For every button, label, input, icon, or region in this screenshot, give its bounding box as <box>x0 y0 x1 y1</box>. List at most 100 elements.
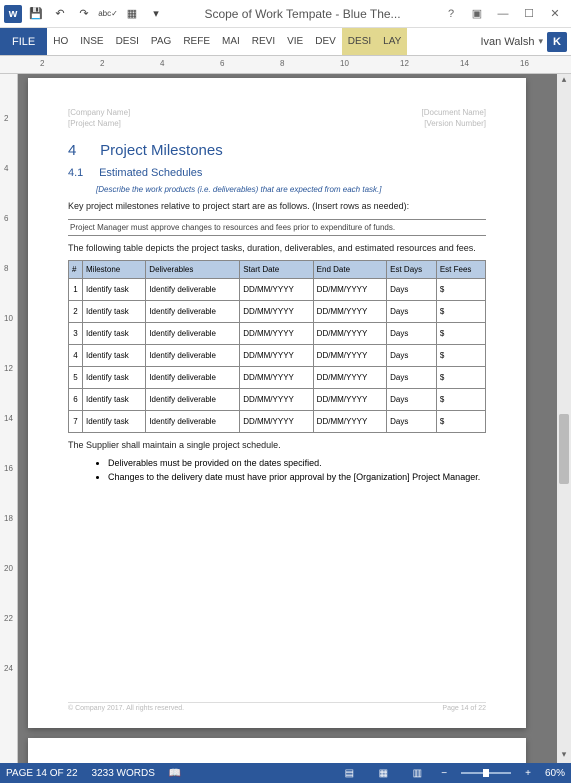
table-cell[interactable]: DD/MM/YYYY <box>240 345 313 367</box>
scroll-up-icon[interactable]: ▴ <box>557 74 571 88</box>
table-cell[interactable]: Identify deliverable <box>146 389 240 411</box>
table-cell[interactable]: $ <box>436 411 485 433</box>
maximize-button[interactable]: ☐ <box>517 4 541 24</box>
table-cell[interactable]: Identify deliverable <box>146 367 240 389</box>
table-cell[interactable]: Identify deliverable <box>146 345 240 367</box>
help-button[interactable]: ? <box>439 4 463 24</box>
table-cell[interactable]: 7 <box>69 411 83 433</box>
table-row[interactable]: 5Identify taskIdentify deliverableDD/MM/… <box>69 367 486 389</box>
table-cell[interactable]: Identify deliverable <box>146 323 240 345</box>
table-cell[interactable]: 4 <box>69 345 83 367</box>
spellcheck-button[interactable]: abc✓ <box>98 4 118 24</box>
save-button[interactable]: 💾 <box>26 4 46 24</box>
table-cell[interactable]: $ <box>436 389 485 411</box>
table-cell[interactable]: 6 <box>69 389 83 411</box>
table-cell[interactable]: Identify task <box>83 345 146 367</box>
milestones-table[interactable]: #MilestoneDeliverablesStart DateEnd Date… <box>68 260 486 433</box>
tab-page-layout[interactable]: PAG <box>145 28 177 55</box>
user-avatar[interactable]: K <box>547 32 567 52</box>
table-cell[interactable]: Days <box>387 301 437 323</box>
user-menu-dropdown-icon[interactable]: ▾ <box>538 36 543 47</box>
status-page[interactable]: PAGE 14 OF 22 <box>6 768 78 779</box>
tab-design[interactable]: DESI <box>110 28 145 55</box>
table-cell[interactable]: Identify deliverable <box>146 279 240 301</box>
table-cell[interactable]: Identify task <box>83 389 146 411</box>
tab-insert[interactable]: INSE <box>74 28 109 55</box>
table-cell[interactable]: $ <box>436 323 485 345</box>
table-cell[interactable]: 2 <box>69 301 83 323</box>
table-row[interactable]: 7Identify taskIdentify deliverable DD/MM/… <box>69 411 486 433</box>
file-tab[interactable]: FILE <box>0 28 47 55</box>
zoom-slider[interactable] <box>461 772 511 774</box>
minimize-button[interactable]: — <box>491 4 515 24</box>
tab-review[interactable]: REVI <box>246 28 281 55</box>
table-cell[interactable]: Identify task <box>83 367 146 389</box>
print-layout-button[interactable]: ▦ <box>373 766 393 780</box>
table-cell[interactable]: DD/MM/YYYY <box>313 323 386 345</box>
redo-button[interactable]: ↷ <box>74 4 94 24</box>
table-cell[interactable]: Days <box>387 279 437 301</box>
table-cell[interactable]: DD/MM/YYYY <box>240 279 313 301</box>
table-cell[interactable]: Days <box>387 389 437 411</box>
qat-customize-button[interactable]: ▾ <box>146 4 166 24</box>
proofing-icon[interactable]: 📖 <box>169 768 181 779</box>
insert-table-button[interactable]: ▦ <box>122 4 142 24</box>
table-cell[interactable]: Identify task <box>83 323 146 345</box>
table-cell[interactable]: $ <box>436 279 485 301</box>
read-mode-button[interactable]: ▤ <box>339 766 359 780</box>
table-row[interactable]: 1Identify taskIdentify deliverableDD/MM/… <box>69 279 486 301</box>
table-cell[interactable]: $ <box>436 301 485 323</box>
table-cell[interactable]: Days <box>387 323 437 345</box>
user-name[interactable]: Ivan Walsh <box>480 36 534 48</box>
table-cell[interactable]: DD/MM/YYYY <box>313 389 386 411</box>
tab-table-layout[interactable]: LAY <box>377 28 407 55</box>
ribbon-display-button[interactable]: ▣ <box>465 4 489 24</box>
vertical-ruler[interactable]: 2 4 6 8 10 12 14 16 18 20 22 24 <box>0 74 18 763</box>
zoom-in-button[interactable]: + <box>525 768 531 779</box>
status-words[interactable]: 3233 WORDS <box>92 768 155 779</box>
table-cell[interactable]: 1 <box>69 279 83 301</box>
table-cell[interactable]: Days <box>387 367 437 389</box>
table-cell[interactable]: DD/MM/YYYY <box>240 301 313 323</box>
table-cell[interactable]: $ <box>436 367 485 389</box>
vertical-scrollbar[interactable]: ▴ ▾ <box>557 74 571 763</box>
table-row[interactable]: 4Identify taskIdentify deliverableDD/MM/… <box>69 345 486 367</box>
table-cell[interactable]: DD/MM/YYYY <box>313 367 386 389</box>
tab-references[interactable]: REFE <box>177 28 216 55</box>
table-cell[interactable]: Identify task <box>83 279 146 301</box>
tab-view[interactable]: VIE <box>281 28 309 55</box>
table-row[interactable]: 6Identify taskIdentify deliverableDD/MM/… <box>69 389 486 411</box>
table-cell[interactable]: $ <box>436 345 485 367</box>
scroll-thumb[interactable] <box>559 414 569 484</box>
document-page[interactable]: [Company Name] [Document Name] [Project … <box>28 78 526 728</box>
tab-mailings[interactable]: MAI <box>216 28 246 55</box>
table-cell[interactable]: 5 <box>69 367 83 389</box>
next-page-peek[interactable] <box>28 738 526 763</box>
table-row[interactable]: 3Identify taskIdentify deliverableDD/MM/… <box>69 323 486 345</box>
table-cell[interactable]: DD/MM/YYYY <box>240 323 313 345</box>
tab-table-design[interactable]: DESI <box>342 28 377 55</box>
table-cell[interactable]: Identify task <box>83 301 146 323</box>
close-button[interactable]: ✕ <box>543 4 567 24</box>
web-layout-button[interactable]: ▥ <box>407 766 427 780</box>
table-row[interactable]: 2Identify taskIdentify deliverableDD/MM/… <box>69 301 486 323</box>
table-cell[interactable]: 3 <box>69 323 83 345</box>
zoom-level[interactable]: 60% <box>545 768 565 779</box>
horizontal-ruler[interactable]: 2 2 4 6 8 10 12 14 16 <box>0 56 571 74</box>
tab-home[interactable]: HO <box>47 28 74 55</box>
tab-developer[interactable]: DEV <box>309 28 342 55</box>
table-cell[interactable]: Days <box>387 411 437 433</box>
table-cell[interactable]: Identify deliverable <box>146 301 240 323</box>
undo-button[interactable]: ↶ <box>50 4 70 24</box>
table-cell[interactable]: DD/MM/YYYY <box>240 389 313 411</box>
table-cell[interactable]: DD/MM/YYYY <box>240 367 313 389</box>
table-cell[interactable]: Identify task <box>83 411 146 433</box>
table-cell[interactable]: Identify deliverable <box>146 411 240 433</box>
scroll-down-icon[interactable]: ▾ <box>557 749 571 763</box>
table-cell[interactable]: Days <box>387 345 437 367</box>
zoom-out-button[interactable]: − <box>441 768 447 779</box>
table-cell[interactable]: DD/MM/YYYY <box>313 279 386 301</box>
table-cell[interactable]: DD/MM/YYYY <box>313 411 386 433</box>
table-cell[interactable]: DD/MM/YYYY <box>313 301 386 323</box>
table-cell[interactable]: DD/MM/YYYY <box>313 345 386 367</box>
